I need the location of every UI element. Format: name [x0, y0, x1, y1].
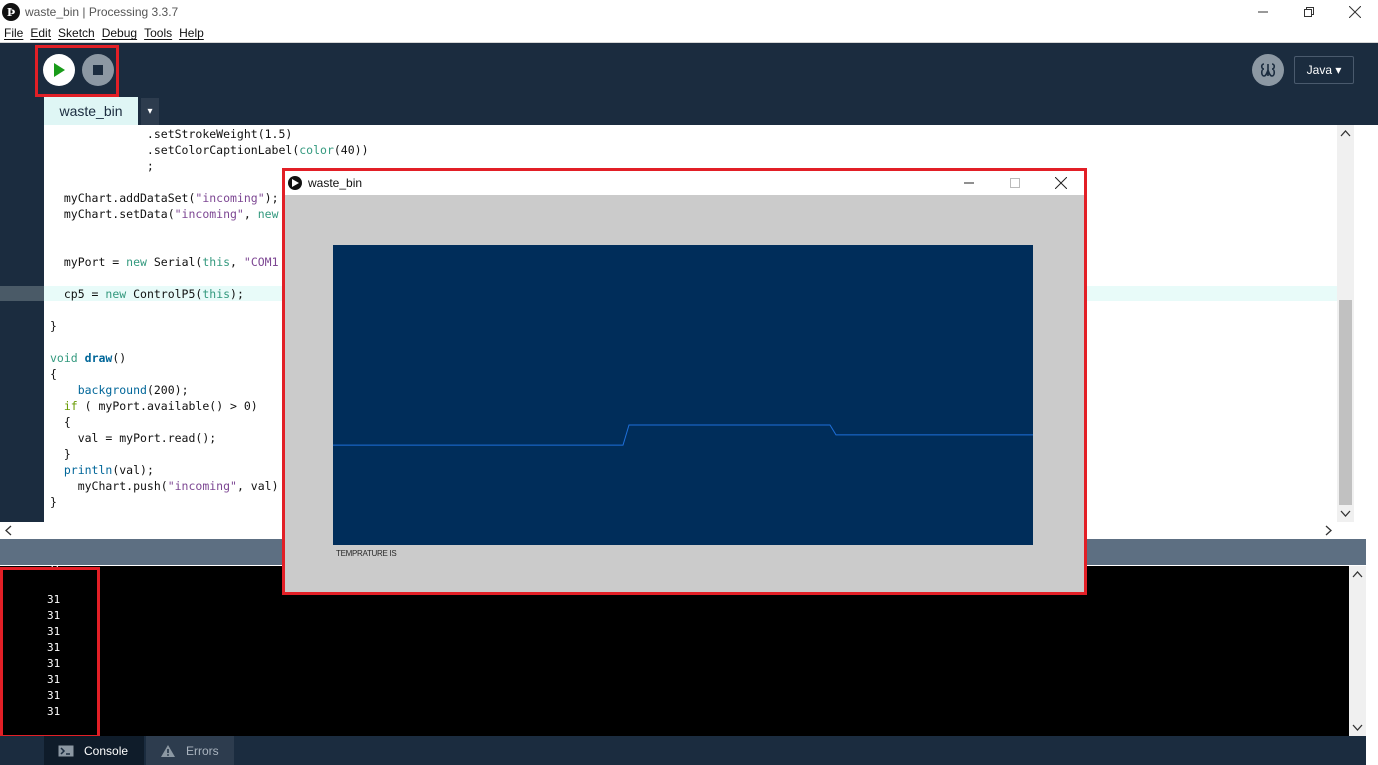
close-button[interactable] — [1332, 0, 1378, 24]
code-line: cp5 = new ControlP5(this); — [50, 287, 244, 301]
processing-logo-icon: Þ — [2, 3, 20, 21]
code-line: } — [50, 447, 71, 461]
code-line: val = myPort.read(); — [50, 431, 217, 445]
highlight-box-sketch — [282, 168, 1087, 595]
code-line: { — [50, 415, 71, 429]
close-icon — [1349, 6, 1361, 18]
restore-button[interactable] — [1286, 0, 1332, 24]
warning-icon — [161, 744, 175, 757]
editor-scroll-thumb[interactable] — [1339, 300, 1352, 505]
code-line: .setStrokeWeight(1.5) — [50, 127, 293, 141]
current-line-gutter — [0, 286, 44, 301]
line-number-gutter — [0, 125, 44, 522]
minimize-icon — [1258, 11, 1268, 13]
toolbar: Java ▾ waste_bin ▾ — [0, 43, 1378, 125]
highlight-box-run-stop — [35, 45, 119, 97]
scroll-up-icon — [1352, 571, 1363, 578]
scroll-right-icon — [1325, 525, 1332, 536]
tab-waste-bin[interactable]: waste_bin — [44, 97, 138, 125]
code-line: } — [50, 495, 57, 509]
restore-icon — [1304, 7, 1314, 17]
scroll-left-icon — [5, 525, 12, 536]
tab-menu-button[interactable]: ▾ — [141, 98, 159, 125]
menu-file[interactable]: File — [4, 26, 23, 40]
tab-console[interactable]: Console — [44, 736, 144, 765]
processing-ide: Þ waste_bin | Processing 3.3.7 File Edit… — [0, 0, 1378, 765]
menu-tools[interactable]: Tools — [144, 26, 172, 40]
code-line: myChart.addDataSet("incoming"); — [50, 191, 279, 205]
code-line: .setColorCaptionLabel(color(40)) — [50, 143, 369, 157]
code-line: println(val); — [63, 463, 154, 477]
bottom-tab-bar: Console Errors — [0, 736, 1366, 765]
mode-selector[interactable]: Java ▾ — [1294, 56, 1354, 84]
code-line: background(200); — [77, 383, 189, 397]
tab-console-label: Console — [84, 743, 129, 758]
code-line: myChart.push("incoming", val) — [50, 479, 279, 493]
code-line: { — [50, 367, 57, 381]
minimize-button[interactable] — [1240, 0, 1286, 24]
code-line: void draw() — [50, 351, 127, 365]
menu-bar: File Edit Sketch Debug Tools Help — [0, 24, 1378, 43]
window-titlebar: Þ waste_bin | Processing 3.3.7 — [0, 0, 1378, 24]
code-line: myChart.setData("incoming", new — [50, 207, 279, 221]
menu-debug[interactable]: Debug — [102, 26, 137, 40]
debug-butterfly-icon — [1260, 63, 1276, 77]
console-icon — [58, 745, 74, 756]
window-controls — [1240, 0, 1378, 24]
scroll-down-icon — [1340, 510, 1351, 517]
menu-sketch[interactable]: Sketch — [58, 26, 95, 40]
menu-edit[interactable]: Edit — [30, 26, 51, 40]
tab-errors-label: Errors — [186, 743, 219, 758]
menu-help[interactable]: Help — [179, 26, 204, 40]
code-line: myPort = new Serial(this, "COM1 — [50, 255, 279, 269]
scroll-up-icon — [1340, 130, 1351, 137]
tab-errors[interactable]: Errors — [146, 736, 234, 765]
code-line: } — [50, 319, 57, 333]
code-line: ; — [50, 159, 154, 173]
code-line: if ( myPort.available() > 0) — [63, 399, 258, 413]
window-title: waste_bin | Processing 3.3.7 — [25, 5, 179, 19]
scroll-down-icon — [1352, 724, 1363, 731]
console-scrollbar[interactable] — [1349, 566, 1366, 736]
highlight-box-console — [0, 567, 100, 738]
debug-button[interactable] — [1252, 54, 1284, 86]
